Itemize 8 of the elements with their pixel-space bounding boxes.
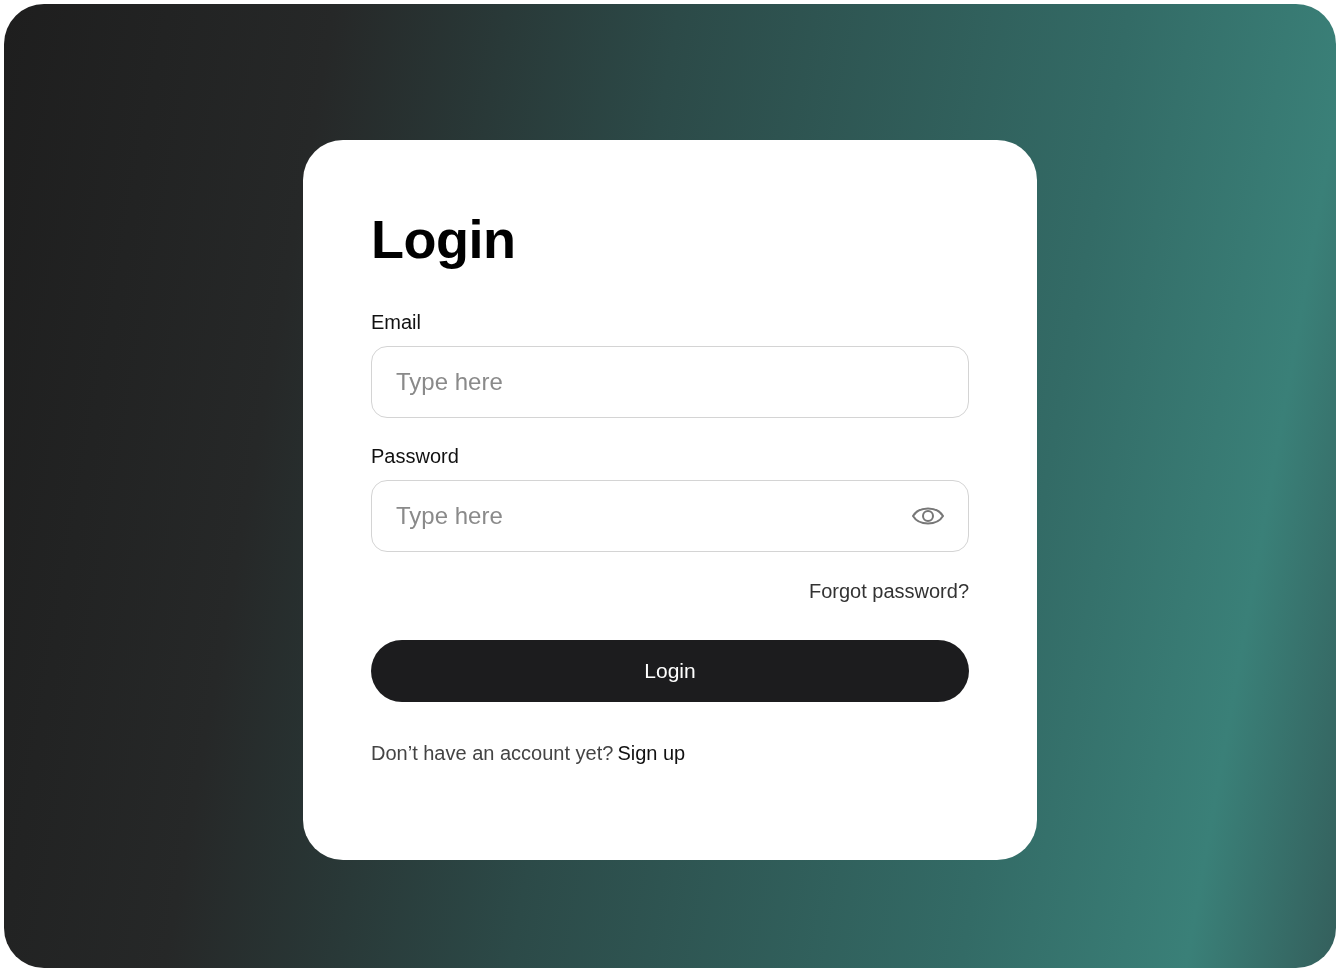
email-field[interactable]: Type here <box>371 346 969 418</box>
forgot-password-link[interactable]: Forgot password? <box>808 576 969 606</box>
signup-link[interactable]: Sign up <box>617 738 686 768</box>
login-button[interactable]: Login <box>371 640 969 702</box>
password-field[interactable]: Type here <box>371 480 969 552</box>
signup-prompt: Don’t have an account yet? <box>371 741 614 766</box>
email-label: Email <box>371 310 422 334</box>
password-label: Password <box>371 444 460 468</box>
